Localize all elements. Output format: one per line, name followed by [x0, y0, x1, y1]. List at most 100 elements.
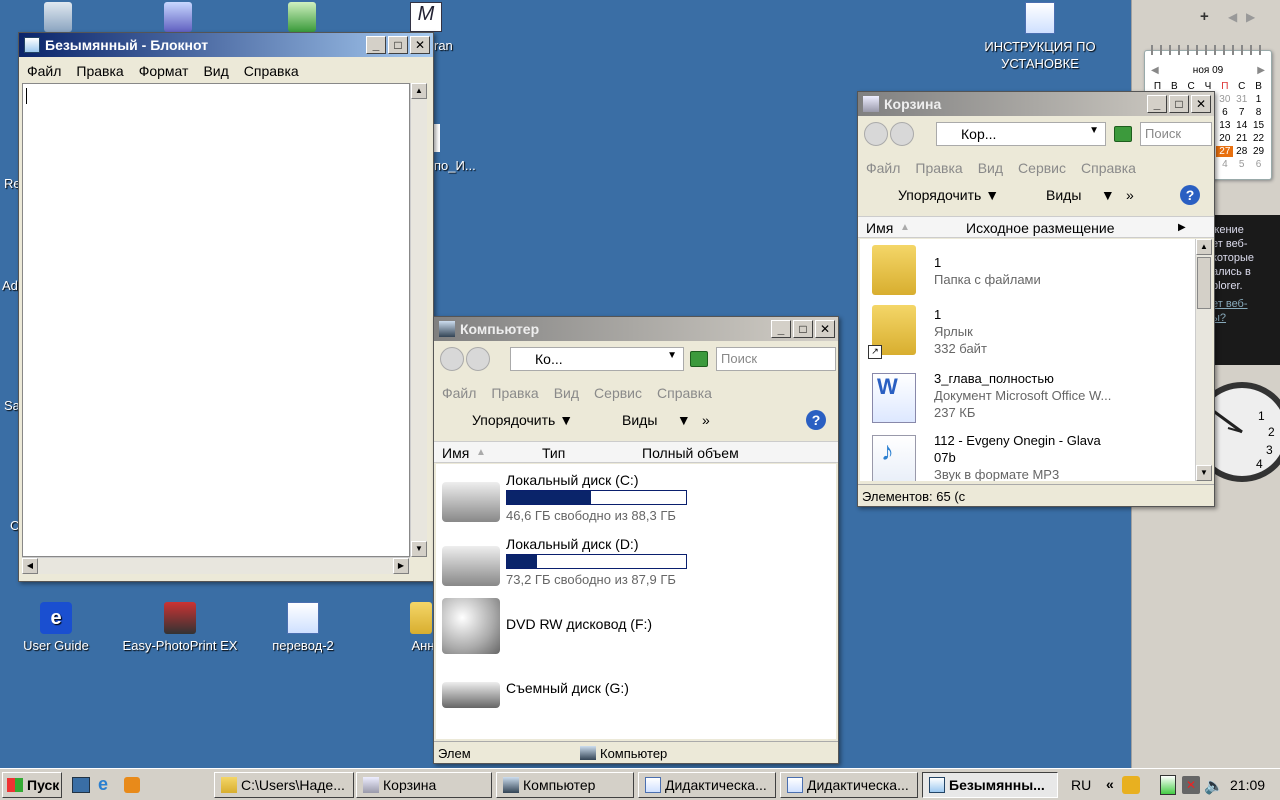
menu-view[interactable]: Вид: [203, 63, 228, 79]
scroll-left-arrow[interactable]: ◀: [22, 558, 38, 574]
minimize-button[interactable]: _: [366, 36, 386, 54]
notepad-vertical-scrollbar[interactable]: ▲ ▼: [410, 83, 427, 557]
recycle-vertical-scrollbar[interactable]: ▲ ▼: [1195, 239, 1212, 481]
column-type[interactable]: Тип: [542, 445, 565, 461]
app-desktop-icon[interactable]: [164, 2, 192, 32]
calendar-day[interactable]: 27: [1216, 146, 1234, 157]
calendar-day[interactable]: 31: [1233, 94, 1250, 105]
menu-edit[interactable]: Правка: [915, 160, 962, 176]
scroll-down-arrow[interactable]: ▼: [1196, 465, 1212, 481]
desktop-icon-easy-photoprint[interactable]: Easy-PhotoPrint EX: [120, 602, 240, 653]
calendar-day[interactable]: 6: [1250, 159, 1267, 170]
computer-window[interactable]: Компьютер _ □ ✕ Ко... ▼ Поиск Файл Правк…: [433, 316, 839, 764]
menu-file[interactable]: Файл: [442, 385, 476, 401]
volume-icon[interactable]: 🔈: [1204, 776, 1224, 796]
show-desktop-icon[interactable]: [72, 777, 90, 793]
menu-view[interactable]: Вид: [978, 160, 1003, 176]
organize-button[interactable]: Упорядочить ▼: [872, 187, 999, 203]
views-button[interactable]: Виды ▼: [600, 412, 691, 428]
calendar-day[interactable]: 8: [1250, 107, 1267, 118]
desktop-icon-label-instruction[interactable]: ИНСТРУКЦИЯ ПО УСТАНОВКЕ: [975, 38, 1105, 72]
maximize-button[interactable]: □: [1169, 95, 1189, 113]
drive-c[interactable]: Локальный диск (C:) 46,6 ГБ свободно из …: [436, 468, 836, 532]
menu-file[interactable]: Файл: [866, 160, 900, 176]
calendar-day[interactable]: 5: [1233, 159, 1250, 170]
taskbar-button-word-2[interactable]: Дидактическа...: [780, 772, 918, 798]
taskbar-button-notepad[interactable]: Безымянны...: [922, 772, 1058, 798]
forward-button[interactable]: [890, 122, 914, 146]
maximize-button[interactable]: □: [388, 36, 408, 54]
menu-edit[interactable]: Правка: [76, 63, 123, 79]
forward-button[interactable]: [466, 347, 490, 371]
calendar-day[interactable]: 7: [1233, 107, 1250, 118]
menu-format[interactable]: Формат: [139, 63, 189, 79]
column-original-location[interactable]: Исходное размещение: [966, 220, 1114, 236]
maximize-button[interactable]: □: [793, 320, 813, 338]
recycle-bin-window[interactable]: Корзина _ □ ✕ Кор... ▼ Поиск Файл Правка…: [857, 91, 1215, 507]
more-chevron[interactable]: »: [702, 412, 710, 428]
column-total-size[interactable]: Полный объем: [642, 445, 739, 461]
calendar-day[interactable]: 22: [1250, 133, 1267, 144]
next-gadget-button[interactable]: ▶: [1246, 10, 1255, 24]
column-name[interactable]: Имя: [866, 220, 893, 236]
help-icon[interactable]: ?: [1180, 185, 1200, 205]
calendar-day[interactable]: 14: [1233, 120, 1250, 131]
taskbar-button-explorer[interactable]: C:\Users\Наде...: [214, 772, 354, 798]
notepad-horizontal-scrollbar[interactable]: ◀ ▶: [22, 557, 410, 574]
security-alert-icon[interactable]: [1122, 776, 1140, 794]
ie-icon[interactable]: e: [98, 774, 108, 795]
prev-gadget-button[interactable]: ◀: [1228, 10, 1237, 24]
media-player-icon[interactable]: [124, 777, 140, 793]
column-name[interactable]: Имя: [442, 445, 469, 461]
close-button[interactable]: ✕: [410, 36, 430, 54]
taskbar-button-word-1[interactable]: Дидактическа...: [638, 772, 776, 798]
network-disconnected-icon[interactable]: ✕: [1182, 776, 1200, 794]
more-chevron[interactable]: »: [1126, 187, 1134, 203]
menu-view[interactable]: Вид: [554, 385, 579, 401]
scroll-down-arrow[interactable]: ▼: [411, 541, 427, 557]
drive-f[interactable]: DVD RW дисковод (F:): [436, 596, 836, 660]
search-input[interactable]: Поиск: [716, 347, 836, 371]
tray-expand-chevron[interactable]: «: [1106, 776, 1114, 800]
calendar-day[interactable]: 15: [1250, 120, 1267, 131]
calendar-next[interactable]: ▶: [1257, 65, 1265, 76]
desktop-icon-ann[interactable]: Анн: [396, 602, 436, 653]
word-doc-desktop-icon[interactable]: [1025, 2, 1055, 34]
calendar-day[interactable]: 13: [1216, 120, 1233, 131]
calendar-prev[interactable]: ◀: [1151, 65, 1159, 76]
scroll-thumb[interactable]: [1197, 257, 1211, 309]
address-bar[interactable]: Кор... ▼: [936, 122, 1106, 146]
calendar-day[interactable]: 30: [1216, 94, 1233, 105]
drive-g[interactable]: Съемный диск (G:): [436, 664, 836, 728]
notepad-window[interactable]: Безымянный - Блокнот _ □ ✕ Файл Правка Ф…: [18, 32, 434, 582]
media-desktop-icon[interactable]: [288, 2, 316, 32]
calendar-day[interactable]: 4: [1216, 159, 1233, 170]
calendar-day[interactable]: 6: [1216, 107, 1233, 118]
calendar-day[interactable]: 29: [1250, 146, 1267, 157]
organize-button[interactable]: Упорядочить ▼: [448, 412, 573, 428]
taskbar-button-recycle[interactable]: Корзина: [356, 772, 492, 798]
minimize-button[interactable]: _: [1147, 95, 1167, 113]
refresh-button[interactable]: [1114, 126, 1132, 142]
clock-time[interactable]: 21:09: [1230, 777, 1265, 800]
language-indicator[interactable]: RU: [1071, 777, 1091, 800]
drive-d[interactable]: Локальный диск (D:) 73,2 ГБ свободно из …: [436, 532, 836, 596]
menu-help[interactable]: Справка: [1081, 160, 1136, 176]
taskbar-button-computer[interactable]: Компьютер: [496, 772, 634, 798]
recycle-desktop-icon[interactable]: [44, 2, 72, 32]
start-button[interactable]: Пуск: [2, 772, 62, 798]
close-button[interactable]: ✕: [1191, 95, 1211, 113]
help-icon[interactable]: ?: [806, 410, 826, 430]
menu-tools[interactable]: Сервис: [594, 385, 642, 401]
menu-edit[interactable]: Правка: [491, 385, 538, 401]
scroll-up-arrow[interactable]: ▲: [1196, 239, 1212, 255]
back-button[interactable]: [864, 122, 888, 146]
scroll-right-arrow[interactable]: ▶: [393, 558, 409, 574]
scroll-up-arrow[interactable]: ▲: [411, 83, 427, 99]
menu-help[interactable]: Справка: [657, 385, 712, 401]
notepad-text-area[interactable]: [22, 83, 410, 557]
desktop-icon-perevod[interactable]: перевод-2: [243, 602, 363, 653]
calendar-day[interactable]: 28: [1233, 146, 1250, 157]
add-gadget-button[interactable]: +: [1200, 8, 1209, 25]
minimize-button[interactable]: _: [771, 320, 791, 338]
